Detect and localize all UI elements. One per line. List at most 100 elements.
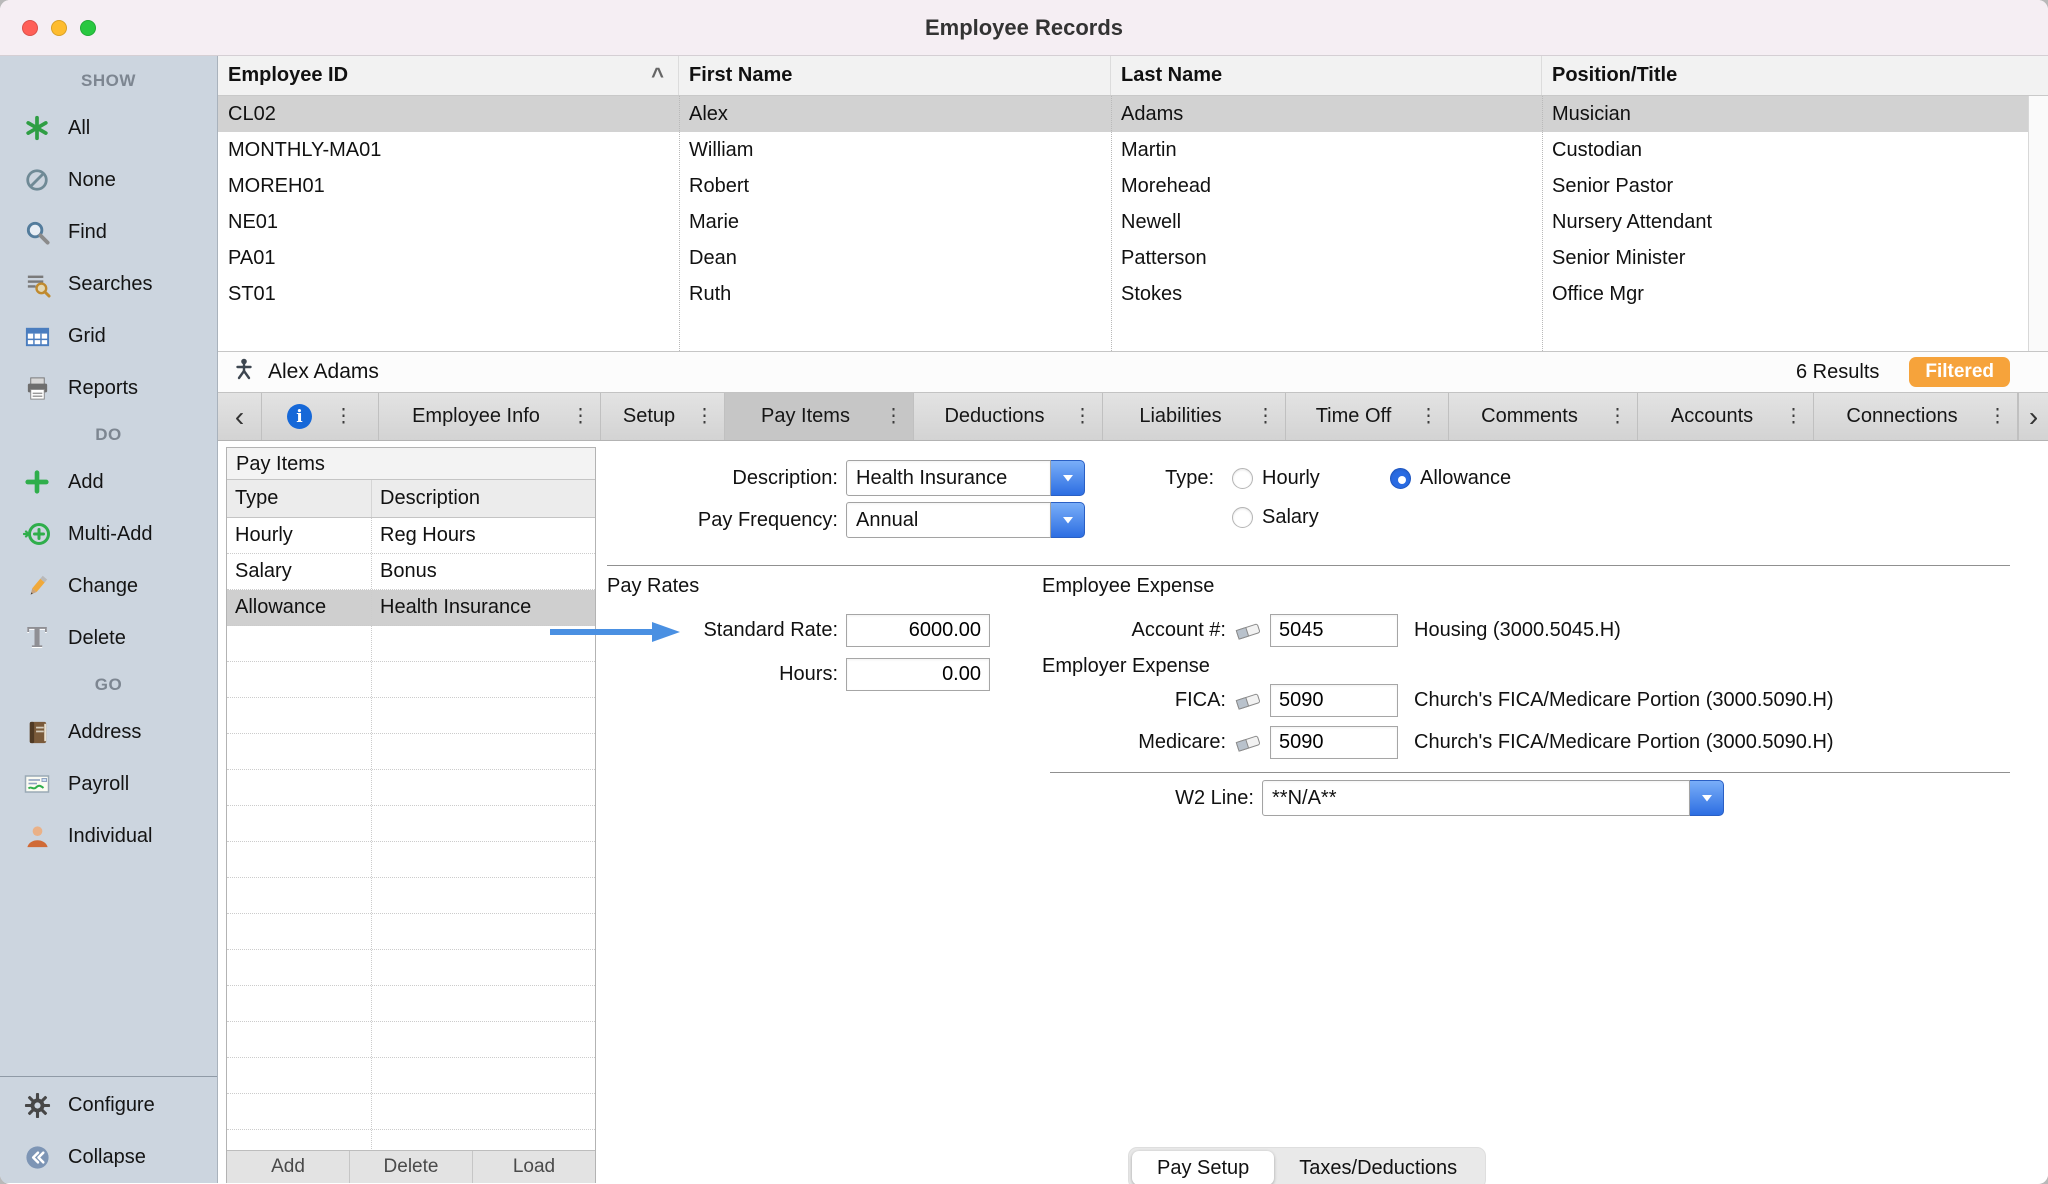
fica-label: FICA:	[1026, 682, 1226, 718]
sidebar-item-reports[interactable]: Reports	[0, 362, 217, 414]
vertical-scrollbar[interactable]	[2028, 96, 2048, 351]
tab-menu-icon[interactable]: ⋮	[1608, 405, 1627, 428]
tab-menu-icon[interactable]: ⋮	[1256, 405, 1275, 428]
dropdown-arrow-icon	[1051, 502, 1085, 538]
add-button[interactable]: Add	[227, 1151, 350, 1183]
pay-item-empty-row	[227, 1022, 595, 1058]
close-button[interactable]	[22, 20, 38, 36]
multi-add-icon	[22, 519, 52, 549]
sort-asc-icon: ^	[651, 71, 664, 81]
pay-item-row[interactable]: Salary Bonus	[227, 554, 595, 590]
fica-account-field[interactable]	[1270, 684, 1398, 717]
load-button[interactable]: Load	[473, 1151, 595, 1183]
tab-accounts[interactable]: Accounts⋮	[1638, 393, 1814, 440]
sidebar-item-delete[interactable]: T Delete	[0, 612, 217, 664]
delete-icon: T	[22, 623, 52, 653]
medicare-label: Medicare:	[1026, 724, 1226, 760]
pay-item-row[interactable]: Hourly Reg Hours	[227, 518, 595, 554]
sidebar-item-individual[interactable]: Individual	[0, 810, 217, 862]
radio-allowance-label: Allowance	[1420, 460, 1511, 496]
fica-account-description: Church's FICA/Medicare Portion (3000.509…	[1414, 682, 1834, 718]
dropdown-arrow-icon	[1690, 780, 1724, 816]
tab-menu-icon[interactable]: ⋮	[1419, 405, 1438, 428]
hours-field[interactable]	[846, 658, 990, 691]
standard-rate-field[interactable]	[846, 614, 990, 647]
sidebar-item-label: Searches	[68, 273, 153, 296]
tab-menu-icon[interactable]: ⋮	[334, 405, 353, 428]
tab-connections[interactable]: Connections⋮	[1814, 393, 2018, 440]
person-icon	[22, 821, 52, 851]
sidebar-item-none[interactable]: None	[0, 154, 217, 206]
sidebar-item-payroll[interactable]: Payroll	[0, 758, 217, 810]
tab-deductions[interactable]: Deductions⋮	[914, 393, 1103, 440]
pay-item-row[interactable]: Allowance Health Insurance	[227, 590, 595, 626]
info-icon: i	[287, 404, 312, 429]
sidebar-item-grid[interactable]: Grid	[0, 310, 217, 362]
account-number-field[interactable]	[1270, 614, 1398, 647]
tab-scroll-forward-button[interactable]: ›	[2018, 393, 2048, 440]
pay-item-empty-row	[227, 986, 595, 1022]
radio-hourly[interactable]	[1232, 468, 1253, 489]
sidebar-item-configure[interactable]: Configure	[0, 1079, 217, 1131]
table-row[interactable]: ST01 Ruth Stokes Office Mgr	[218, 276, 2028, 312]
pay-frequency-dropdown[interactable]: Annual	[846, 502, 1085, 538]
tab-info[interactable]: i ⋮	[262, 393, 379, 440]
medicare-lookup-eraser-icon[interactable]	[1232, 731, 1264, 760]
sidebar-item-add[interactable]: Add	[0, 456, 217, 508]
sidebar-item-change[interactable]: Change	[0, 560, 217, 612]
tab-menu-icon[interactable]: ⋮	[695, 405, 714, 428]
tab-time-off[interactable]: Time Off⋮	[1286, 393, 1449, 440]
tab-menu-icon[interactable]: ⋮	[1073, 405, 1092, 428]
table-row[interactable]: MONTHLY-MA01 William Martin Custodian	[218, 132, 2028, 168]
tab-menu-icon[interactable]: ⋮	[571, 405, 590, 428]
column-header-employee-id[interactable]: Employee ID ^	[218, 56, 679, 95]
record-name: Alex Adams	[268, 360, 379, 384]
account-lookup-eraser-icon[interactable]	[1232, 619, 1264, 648]
tab-pay-items[interactable]: Pay Items⋮	[725, 393, 914, 440]
zoom-button[interactable]	[80, 20, 96, 36]
tab-taxes-deductions[interactable]: Taxes/Deductions	[1274, 1151, 1482, 1184]
tab-comments[interactable]: Comments⋮	[1449, 393, 1638, 440]
pay-rates-heading: Pay Rates	[607, 575, 699, 598]
asterisk-icon	[22, 113, 52, 143]
table-row[interactable]: PA01 Dean Patterson Senior Minister	[218, 240, 2028, 276]
w2-line-dropdown[interactable]: **N/A**	[1262, 780, 1724, 816]
bottom-tab-switcher: Pay Setup Taxes/Deductions	[1128, 1147, 1486, 1184]
sidebar-item-searches[interactable]: Searches	[0, 258, 217, 310]
column-header-position-title[interactable]: Position/Title	[1542, 56, 2048, 95]
radio-salary[interactable]	[1232, 507, 1253, 528]
sidebar-item-multi-add[interactable]: Multi-Add	[0, 508, 217, 560]
tab-menu-icon[interactable]: ⋮	[1784, 405, 1803, 428]
tab-setup[interactable]: Setup⋮	[601, 393, 725, 440]
column-header-type[interactable]: Type	[227, 480, 372, 517]
tab-employee-info[interactable]: Employee Info⋮	[379, 393, 601, 440]
pay-items-table-header: Type Description	[227, 480, 595, 518]
employee-records-window: Employee Records SHOW All None	[0, 0, 2048, 1184]
minimize-button[interactable]	[51, 20, 67, 36]
medicare-account-field[interactable]	[1270, 726, 1398, 759]
table-row[interactable]: NE01 Marie Newell Nursery Attendant	[218, 204, 2028, 240]
filtered-badge[interactable]: Filtered	[1909, 357, 2010, 387]
tab-pay-setup[interactable]: Pay Setup	[1132, 1151, 1274, 1184]
fica-lookup-eraser-icon[interactable]	[1232, 689, 1264, 718]
description-dropdown[interactable]: Health Insurance	[846, 460, 1085, 496]
radio-allowance[interactable]	[1390, 468, 1411, 489]
tab-menu-icon[interactable]: ⋮	[884, 405, 903, 428]
column-header-last-name[interactable]: Last Name	[1111, 56, 1542, 95]
delete-button[interactable]: Delete	[350, 1151, 473, 1183]
tab-menu-icon[interactable]: ⋮	[1988, 405, 2007, 428]
column-header-first-name[interactable]: First Name	[679, 56, 1111, 95]
pay-frequency-label: Pay Frequency:	[598, 502, 838, 538]
pencil-icon	[22, 571, 52, 601]
sidebar-item-collapse[interactable]: Collapse	[0, 1131, 217, 1183]
tab-liabilities[interactable]: Liabilities⋮	[1103, 393, 1286, 440]
tab-scroll-back-button[interactable]: ‹	[218, 393, 262, 440]
column-header-description[interactable]: Description	[372, 480, 595, 517]
pay-items-panel: Pay Items Type Description Hourly Reg Ho…	[226, 447, 596, 1183]
table-row[interactable]: CL02 Alex Adams Musician	[218, 96, 2028, 132]
table-row[interactable]: MOREH01 Robert Morehead Senior Pastor	[218, 168, 2028, 204]
sidebar-item-address[interactable]: Address	[0, 706, 217, 758]
sidebar-item-all[interactable]: All	[0, 102, 217, 154]
cell-last-name: Adams	[1111, 103, 1542, 126]
sidebar-item-find[interactable]: Find	[0, 206, 217, 258]
